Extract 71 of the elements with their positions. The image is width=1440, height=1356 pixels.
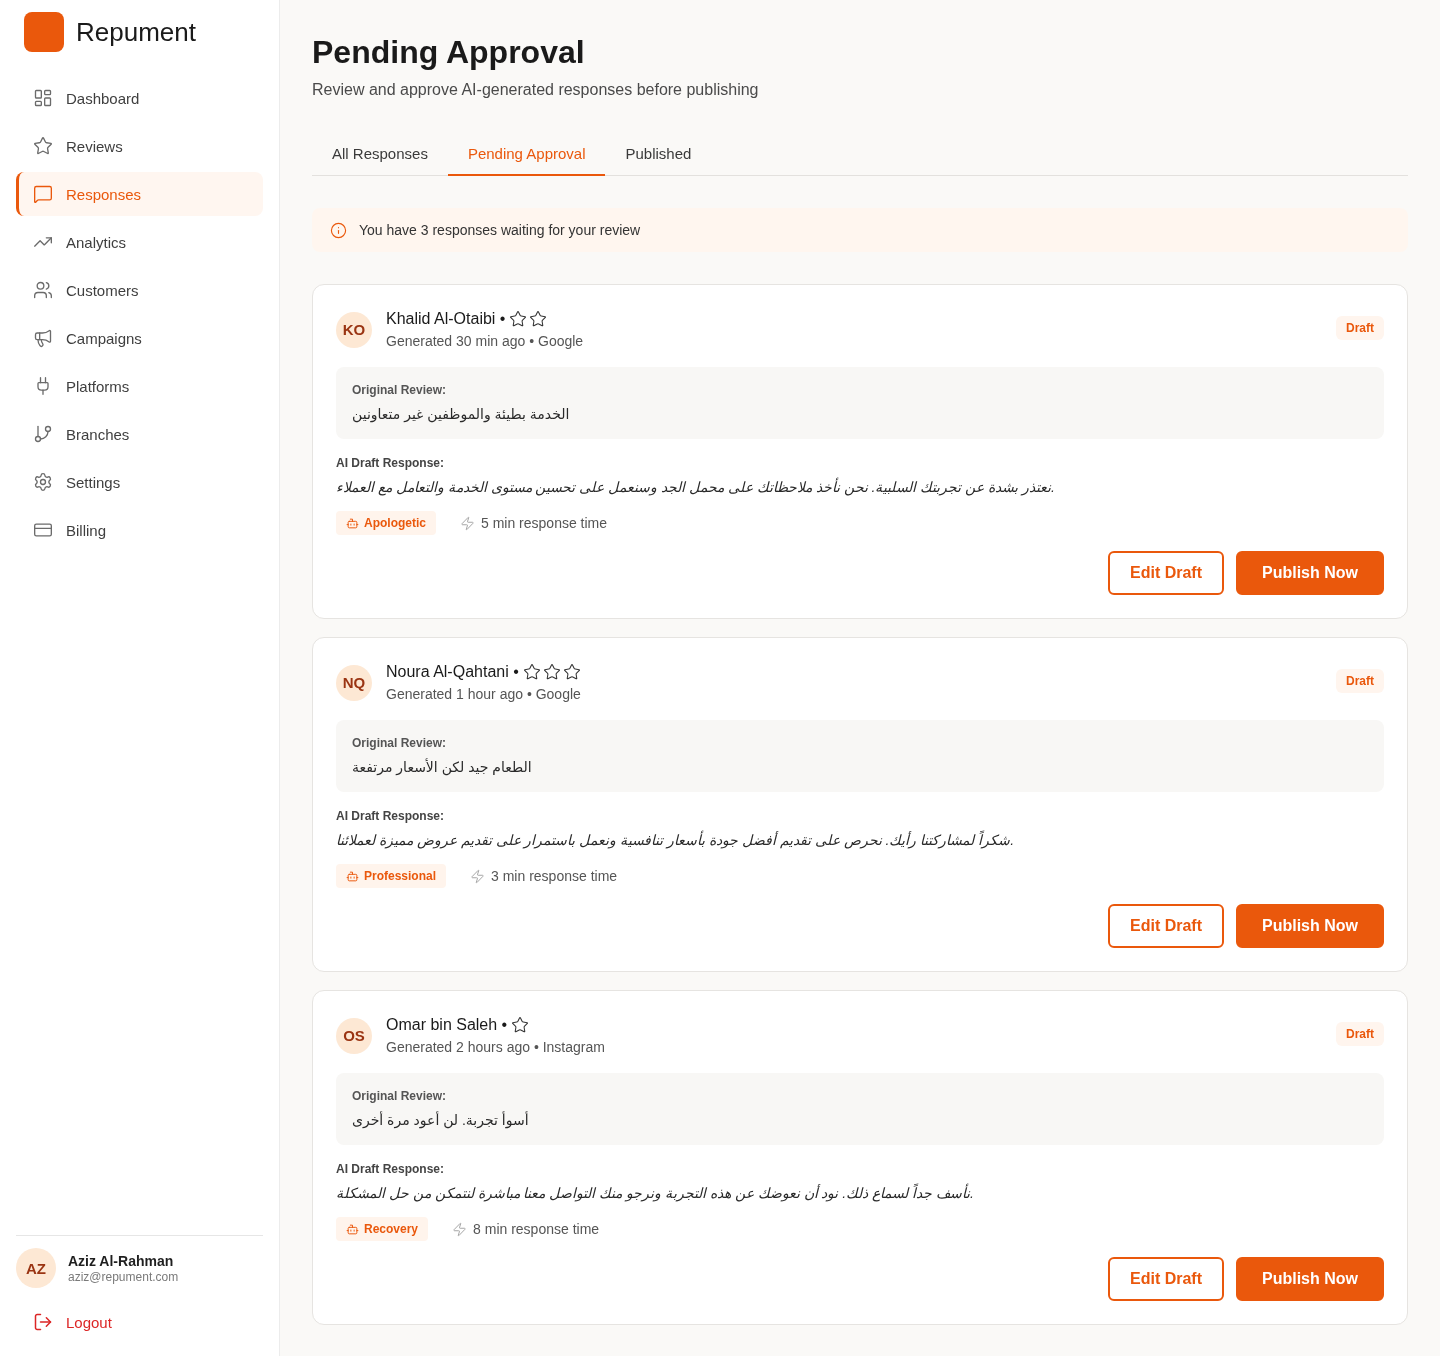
original-review-text: الطعام جيد لكن الأسعار مرتفعة [352,757,533,778]
tab[interactable]: All Responses [312,132,448,176]
lightning-icon [470,868,486,884]
chat-bubble-icon [33,184,53,204]
logout-button[interactable]: Logout [16,1300,263,1344]
status-badge: Draft [1336,669,1384,693]
original-review-text: أسوأ تجربة. لن أعود مرة أخرى [352,1110,530,1131]
original-review-label: Original Review: [352,1088,448,1105]
tone-label: Recovery [364,1222,419,1236]
avatar: KO [336,311,372,348]
draft-response-text: نأسف جداً لسماع ذلك. نود أن نعوضك عن هذه التجربة ونرجو منك التواصل معنا مباشرة لنتمكن من حل المشكلة. [336,1182,975,1204]
nav-item[interactable]: Settings [16,460,263,504]
nav-item[interactable]: Analytics [16,220,263,264]
page-title: Pending Approval [312,33,586,72]
original-review-label: Original Review: [352,735,448,752]
reviewer-name: Noura Al-Qahtani • [386,662,519,682]
draft-response-label: AI Draft Response: [336,808,446,825]
info-icon [330,221,347,239]
nav-item[interactable]: Customers [16,268,263,312]
status-badge: Draft [1336,316,1384,340]
robot-icon [346,869,359,883]
tone-label: Apologetic [364,516,426,530]
logo-icon [24,12,64,52]
publish-button[interactable]: Publish Now [1236,1257,1384,1301]
nav-item[interactable]: Billing [16,508,263,552]
draft-response-label: AI Draft Response: [336,455,446,472]
lightning-icon [452,1221,468,1237]
generated-info: Generated 30 min ago • Google [386,332,585,351]
users-icon [33,280,53,300]
megaphone-icon [33,328,53,348]
generated-info: Generated 2 hours ago • Instagram [386,1038,606,1057]
dashboard-icon [33,88,53,108]
tab[interactable]: Published [605,132,712,176]
response-time: 3 min response time [491,868,618,884]
publish-button[interactable]: Publish Now [1236,551,1384,595]
user-name: Aziz Al-Rahman [68,1252,175,1269]
avatar: NQ [336,664,372,701]
nav-item[interactable]: Campaigns [16,316,263,360]
settings-icon [33,472,53,492]
publish-button[interactable]: Publish Now [1236,904,1384,948]
status-badge: Draft [1336,1022,1384,1046]
generated-info: Generated 1 hour ago • Google [386,685,582,704]
star-icon [33,136,53,156]
edit-button[interactable]: Edit Draft [1108,1257,1224,1301]
brand-name: Repument [76,16,196,48]
original-review-text: الخدمة بطيئة والموظفين غير متعاونين [352,405,571,425]
robot-icon [346,516,359,530]
draft-response-text: شكراً لمشاركتنا رأيك. نحرص على تقديم أفضل جودة بأسعار تنافسية ونعمل باستمرار على تقديم عروض مميزة لعملائنا. [336,829,1015,851]
nav-item[interactable]: Branches [16,412,263,456]
reviewer-name: Omar bin Saleh • [386,1015,508,1035]
branch-icon [33,424,53,444]
nav-item[interactable]: Platforms [16,364,263,408]
nav-item[interactable]: Reviews [16,124,263,168]
tone-label: Professional [364,869,437,883]
reviewer-name: Khalid Al-Otaibi • [386,309,506,329]
robot-icon [346,1222,359,1236]
response-time: 5 min response time [481,515,608,531]
edit-button[interactable]: Edit Draft [1108,904,1224,948]
edit-button[interactable]: Edit Draft [1108,551,1224,595]
logout-icon [33,1312,53,1332]
draft-response-label: AI Draft Response: [336,1161,446,1178]
lightning-icon [460,515,475,531]
original-review-label: Original Review: [352,382,448,399]
page-subtitle: Review and approve AI-generated responses before publishing [312,80,760,100]
response-time: 8 min response time [473,1221,600,1237]
avatar: OS [336,1017,372,1054]
nav-item[interactable]: Dashboard [16,76,263,120]
draft-response-text: نعتذر بشدة عن تجربتك السلبية. نحن نأخذ ملاحظاتك على محمل الجد وسنعمل على تحسين مستوى الخدمة والتعامل مع العملاء. [336,476,1056,498]
notice-text: You have 3 responses waiting for your review [359,221,641,240]
user-avatar: AZ [16,1248,56,1288]
user-email: aziz@repument.com [68,1269,179,1284]
